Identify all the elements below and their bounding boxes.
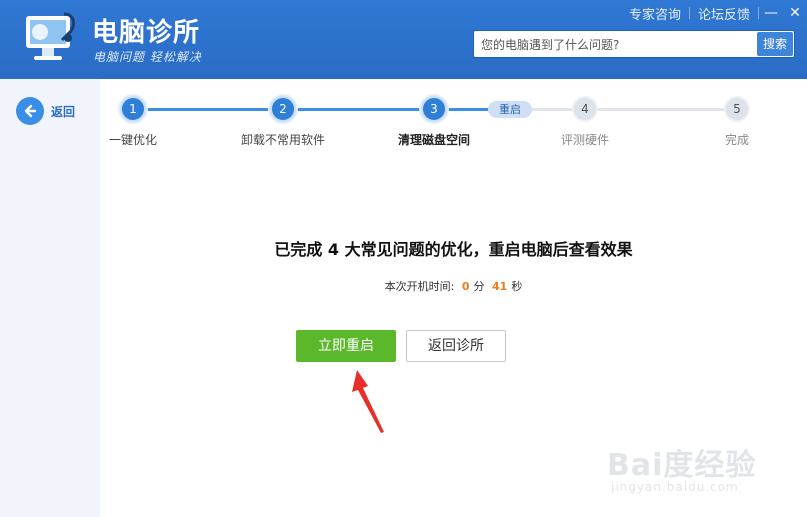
step-4-label: 评测硬件 xyxy=(560,133,610,147)
monitor-stethoscope-icon xyxy=(26,12,75,60)
minimize-icon[interactable]: — xyxy=(759,5,783,21)
header-bar: 电脑诊所 电脑问题 轻松解决 专家咨询 论坛反馈 — ✕ 搜索 xyxy=(0,0,807,79)
step-1-circle: 1 xyxy=(120,96,146,122)
baidu-jingyan-watermark: Bai度经验 jingyan.baidu.com xyxy=(607,432,767,502)
left-panel xyxy=(0,79,100,517)
return-clinic-button[interactable]: 返回诊所 xyxy=(406,330,506,362)
progress-line-remaining xyxy=(532,108,738,111)
watermark-url: jingyan.baidu.com xyxy=(611,480,739,494)
app-title: 电脑诊所 xyxy=(92,18,201,48)
minutes-unit: 分 xyxy=(473,280,485,293)
boot-time-line: 本次开机时间: 0分 41 秒 xyxy=(100,278,807,294)
restart-substep-badge: 重启 xyxy=(488,101,532,118)
app-slogan: 电脑问题 轻松解决 xyxy=(93,50,202,64)
boot-time-label: 本次开机时间: xyxy=(384,280,455,293)
result-headline: 已完成 4 大常见问题的优化，重启电脑后查看效果 xyxy=(274,240,633,259)
boot-seconds: 41 xyxy=(492,280,508,293)
expert-consult-link[interactable]: 专家咨询 xyxy=(621,4,689,23)
search-box: 搜索 xyxy=(473,30,795,59)
boot-minutes: 0 xyxy=(461,280,470,293)
step-5-circle: 5 xyxy=(724,96,750,122)
restart-now-button[interactable]: 立即重启 xyxy=(296,330,396,362)
search-input[interactable] xyxy=(474,31,763,59)
top-links: 专家咨询 论坛反馈 — ✕ xyxy=(621,0,807,26)
back-button[interactable]: 返回 xyxy=(16,97,75,125)
step-2-label: 卸载不常用软件 xyxy=(240,133,326,147)
step-1-label: 一键优化 xyxy=(108,133,158,147)
back-arrow-icon xyxy=(16,97,44,125)
close-icon[interactable]: ✕ xyxy=(783,5,807,21)
step-5-label: 完成 xyxy=(724,133,750,147)
seconds-unit: 秒 xyxy=(511,280,523,293)
annotation-arrow-icon xyxy=(352,370,384,433)
search-button[interactable]: 搜索 xyxy=(757,32,793,56)
forum-feedback-link[interactable]: 论坛反馈 xyxy=(690,4,758,23)
step-3-circle: 3 xyxy=(421,96,447,122)
back-label: 返回 xyxy=(51,104,76,119)
step-3-label: 清理磁盘空间 xyxy=(397,133,471,147)
watermark-logo-text: Bai度经验 xyxy=(607,448,757,483)
step-2-circle: 2 xyxy=(270,96,296,122)
step-4-circle: 4 xyxy=(572,96,598,122)
